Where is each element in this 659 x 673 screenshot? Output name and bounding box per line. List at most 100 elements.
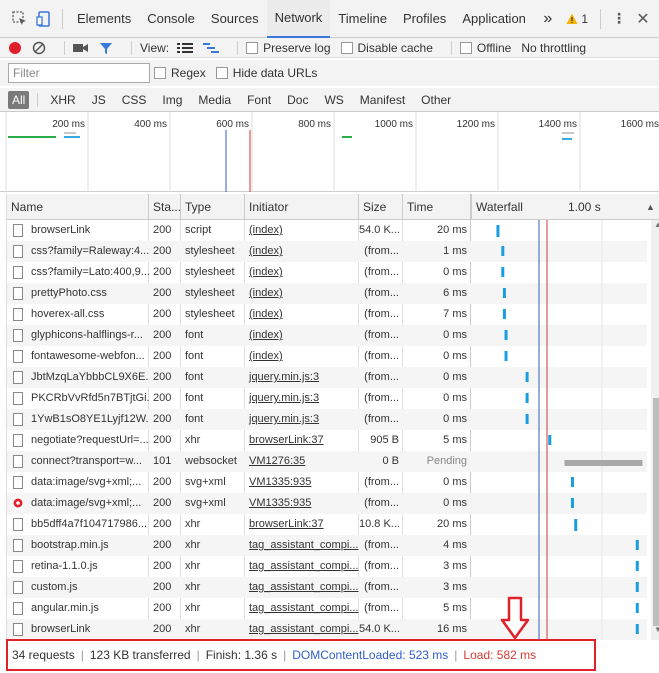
list-icon [177, 42, 194, 53]
hide-data-urls-checkbox[interactable]: Hide data URLs [215, 66, 317, 80]
type-filter-media[interactable]: Media [194, 91, 235, 109]
type-filter-font[interactable]: Font [243, 91, 275, 109]
load-time: Load: 582 ms [463, 648, 537, 662]
large-rows-button[interactable] [177, 42, 194, 54]
cell-initiator[interactable]: (index) [245, 346, 359, 367]
cell-initiator[interactable]: tag_assistant_compi... [245, 535, 359, 556]
cell-size: (from... [364, 497, 399, 509]
column-type[interactable]: Type [181, 194, 245, 220]
regex-checkbox[interactable]: Regex [154, 66, 206, 80]
column-time[interactable]: Time [403, 194, 471, 220]
device-toolbar-icon[interactable] [32, 7, 56, 31]
cell-name: data:image/svg+xml;... [31, 476, 142, 488]
file-icon [13, 245, 23, 258]
tab-sources[interactable]: Sources [203, 0, 267, 38]
column-status[interactable]: Sta... [149, 194, 181, 220]
clear-button[interactable] [32, 41, 46, 55]
disable-cache-checkbox[interactable]: Disable cache [340, 40, 433, 55]
type-filter-manifest[interactable]: Manifest [356, 91, 409, 109]
overview-toggle-button[interactable] [203, 42, 220, 54]
tab-profiles[interactable]: Profiles [395, 0, 454, 38]
video-camera-icon [73, 43, 88, 52]
filter-toggle-button[interactable] [99, 41, 113, 55]
overview-tick-label: 800 ms [298, 119, 331, 130]
warning-indicator[interactable]: 1 [566, 12, 588, 26]
cell-initiator[interactable]: browserLink:37 [245, 430, 359, 451]
cell-initiator[interactable]: (index) [245, 241, 359, 262]
preserve-log-checkbox[interactable]: Preserve log [246, 41, 331, 55]
column-name[interactable]: Name [7, 194, 149, 220]
cell-type: xhr [185, 539, 201, 551]
cell-initiator[interactable]: VM1276:35 [245, 451, 359, 472]
cell-initiator[interactable]: jquery.min.js:3 [245, 409, 359, 430]
throttling-select[interactable]: No throttling [521, 41, 586, 55]
cell-name: negotiate?requestUrl=... [31, 434, 149, 446]
capture-screenshots-button[interactable] [73, 42, 89, 54]
type-filter-img[interactable]: Img [158, 91, 186, 109]
cell-initiator[interactable]: (index) [245, 262, 359, 283]
file-icon [13, 287, 23, 300]
cell-initiator[interactable]: jquery.min.js:3 [245, 367, 359, 388]
type-filter-other[interactable]: Other [417, 91, 455, 109]
divider [131, 40, 132, 55]
type-filter-js[interactable]: JS [88, 91, 110, 109]
tab-network[interactable]: Network [266, 0, 331, 38]
table-scrollbar[interactable]: ▲ ▼ [651, 220, 659, 640]
scroll-up-icon[interactable]: ▲ [654, 220, 659, 229]
overview-bar [8, 136, 50, 138]
cell-name: prettyPhoto.css [31, 287, 107, 299]
cell-name: PKCRbVvRfd5n7BTjtGi... [31, 392, 149, 404]
waterfall-bar [525, 372, 529, 382]
kebab-menu-icon[interactable]: ⋮ [607, 7, 631, 31]
cell-status: 200 [153, 371, 172, 383]
type-filter-doc[interactable]: Doc [283, 91, 312, 109]
offline-checkbox[interactable]: Offline [459, 41, 511, 55]
type-filter-xhr[interactable]: XHR [46, 91, 79, 109]
disable-cache-label: Disable cache [357, 40, 433, 55]
more-tabs-button[interactable]: » [535, 0, 560, 38]
cell-initiator[interactable]: browserLink:37 [245, 514, 359, 535]
tab-elements[interactable]: Elements [69, 0, 139, 38]
cell-initiator[interactable]: tag_assistant_compi... [245, 577, 359, 598]
tab-timeline[interactable]: Timeline [330, 0, 395, 38]
cell-status: 200 [153, 434, 172, 446]
file-icon [13, 623, 23, 636]
cell-initiator[interactable]: (index) [245, 325, 359, 346]
cell-initiator[interactable]: VM1335:935 [245, 472, 359, 493]
cell-initiator[interactable]: tag_assistant_compi... [245, 556, 359, 577]
timeline-overview[interactable]: 200 ms 400 ms 600 ms 800 ms 1000 ms 1200 ms 14… [0, 112, 659, 192]
filter-input[interactable]: Filter [8, 63, 150, 83]
scrollbar-thumb[interactable] [653, 398, 659, 626]
file-icon [13, 539, 23, 552]
file-icon [13, 392, 23, 405]
column-waterfall[interactable]: Waterfall 1.00 s ▲ [471, 194, 659, 220]
cell-type: svg+xml [185, 497, 226, 509]
cell-initiator[interactable]: tag_assistant_compi... [245, 619, 359, 640]
type-filter-css[interactable]: CSS [118, 91, 151, 109]
tab-console[interactable]: Console [139, 0, 203, 38]
close-icon[interactable]: ✕ [631, 7, 655, 31]
cell-initiator[interactable]: jquery.min.js:3 [245, 388, 359, 409]
record-button[interactable] [8, 41, 22, 55]
cell-status: 200 [153, 560, 172, 572]
type-filter-ws[interactable]: WS [320, 91, 347, 109]
cell-initiator[interactable]: tag_assistant_compi... [245, 598, 359, 619]
cell-initiator[interactable]: VM1335:935 [245, 493, 359, 514]
inspect-element-icon[interactable] [8, 7, 32, 31]
overview-bar [562, 132, 574, 134]
cell-name: bootstrap.min.js [31, 539, 109, 551]
column-size[interactable]: Size [359, 194, 403, 220]
scroll-down-icon[interactable]: ▼ [654, 625, 659, 634]
cell-initiator[interactable]: (index) [245, 220, 359, 241]
tab-application[interactable]: Application [454, 0, 534, 38]
cell-initiator[interactable]: (index) [245, 304, 359, 325]
file-icon [13, 308, 23, 321]
column-initiator[interactable]: Initiator [245, 194, 359, 220]
waterfall-bar [502, 309, 506, 319]
cell-initiator[interactable]: (index) [245, 283, 359, 304]
record-icon [9, 41, 21, 54]
type-filter-all[interactable]: All [8, 90, 30, 109]
cell-size: (from... [364, 581, 399, 593]
file-icon [13, 518, 23, 531]
cell-name: fontawesome-webfon... [31, 350, 145, 362]
